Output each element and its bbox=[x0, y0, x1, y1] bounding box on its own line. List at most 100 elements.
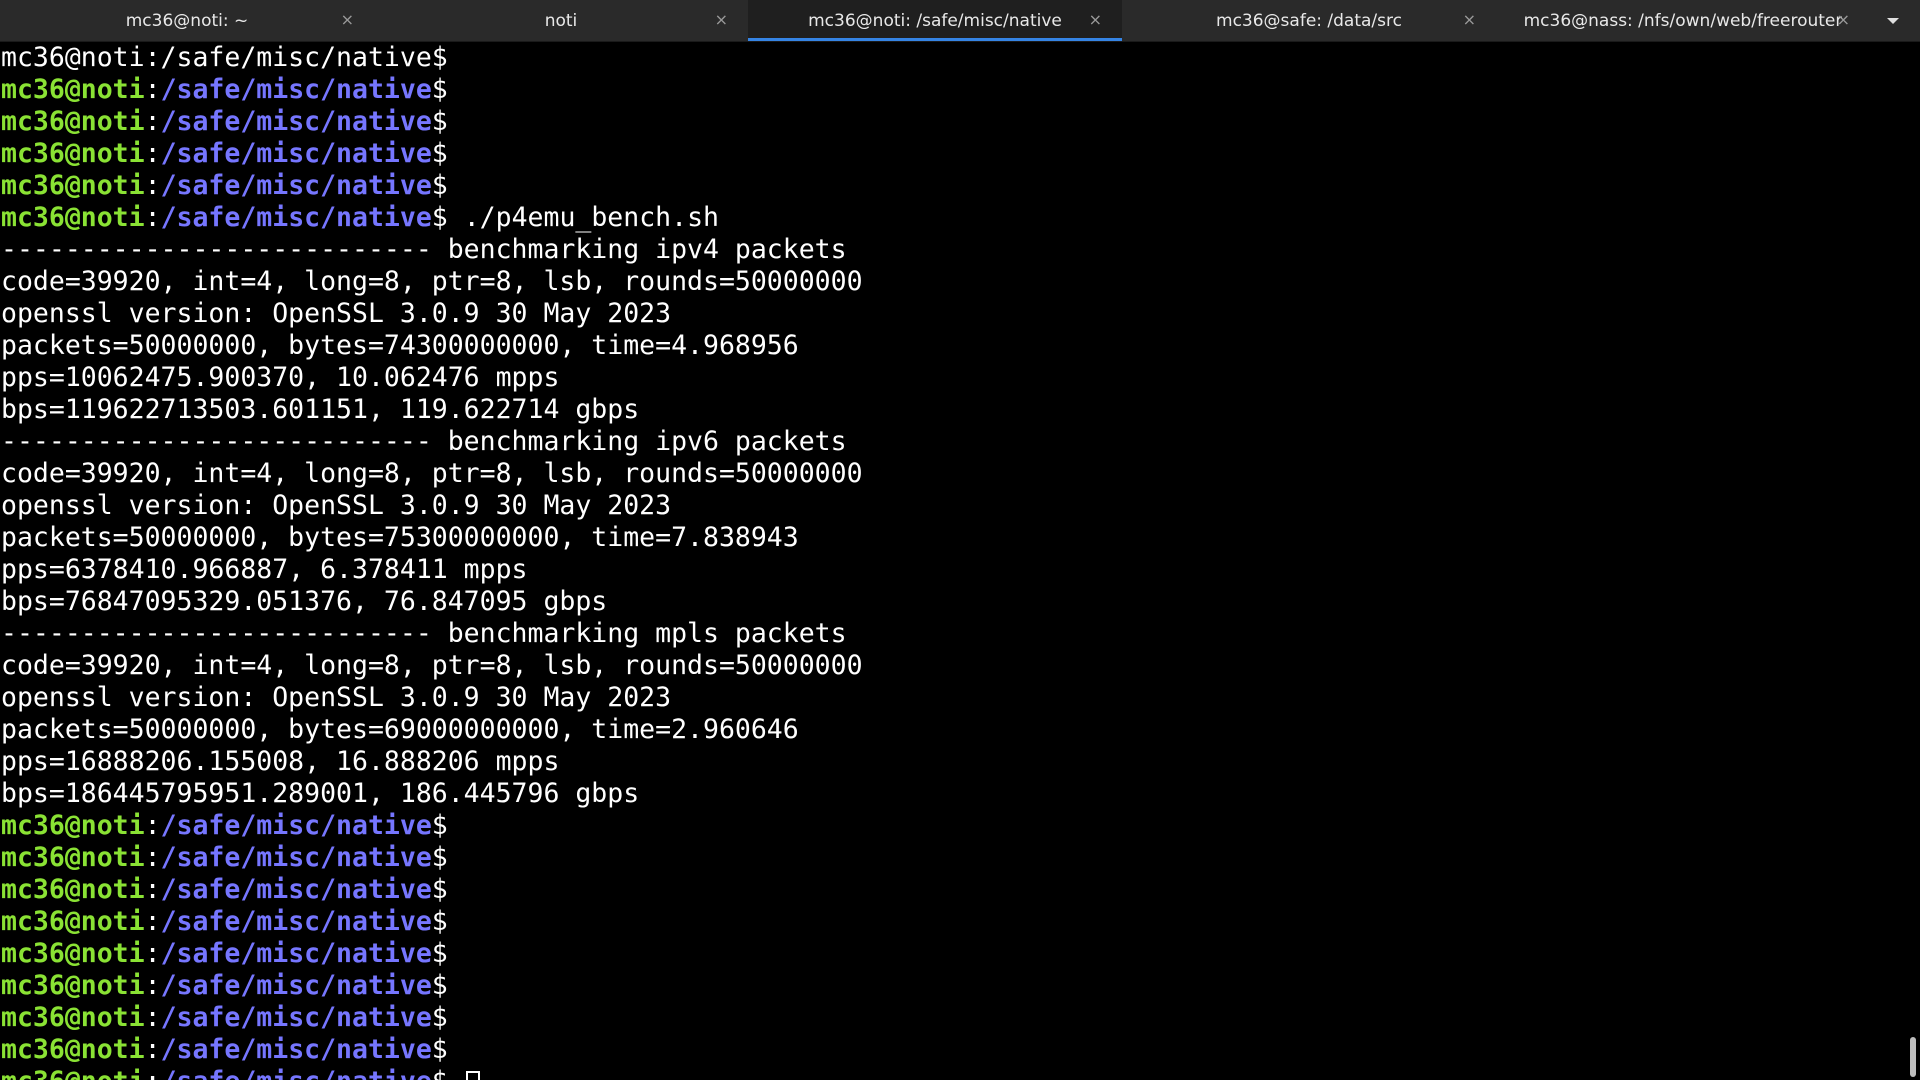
tab-label: mc36@noti: /safe/misc/native bbox=[808, 10, 1062, 31]
output-line: packets=50000000, bytes=74300000000, tim… bbox=[1, 330, 799, 361]
prompt-separator: : bbox=[144, 906, 161, 937]
prompt-user-host: mc36@noti bbox=[1, 842, 145, 873]
output-line: openssl version: OpenSSL 3.0.9 30 May 20… bbox=[1, 682, 672, 713]
output-line: openssl version: OpenSSL 3.0.9 30 May 20… bbox=[1, 298, 672, 329]
prompt-path: /safe/misc/native bbox=[160, 138, 432, 169]
prompt-line: mc36@noti:/safe/misc/native$ bbox=[0, 1034, 1906, 1066]
prompt-line: mc36@noti:/safe/misc/native$ bbox=[0, 74, 1906, 106]
prompt-separator: : bbox=[144, 1002, 161, 1033]
close-icon[interactable]: × bbox=[1837, 10, 1850, 30]
prompt-line: mc36@noti:/safe/misc/native$ bbox=[0, 1002, 1906, 1034]
tab-bar: mc36@noti: ~ × noti × mc36@noti: /safe/misc/… bbox=[0, 0, 1920, 42]
prompt-user-host: mc36@noti bbox=[1, 810, 145, 841]
output-line: pps=10062475.900370, 10.062476 mpps bbox=[1, 362, 560, 393]
output-line: code=39920, int=4, long=8, ptr=8, lsb, r… bbox=[1, 266, 863, 297]
prompt-path: /safe/misc/native bbox=[160, 106, 432, 137]
terminal-scrollbar[interactable] bbox=[1906, 42, 1920, 1080]
prompt-symbol: $ bbox=[431, 170, 448, 201]
prompt-line: mc36@noti:/safe/misc/native$ bbox=[0, 970, 1906, 1002]
output-line: bps=186445795951.289001, 186.445796 gbps bbox=[1, 778, 640, 809]
prompt-symbol: $ bbox=[431, 202, 448, 233]
prompt-user-host: mc36@noti bbox=[1, 874, 145, 905]
prompt-symbol: $ bbox=[431, 1002, 448, 1033]
prompt-line: mc36@noti:/safe/misc/native$ bbox=[0, 1066, 1906, 1080]
prompt-symbol: $ bbox=[431, 74, 448, 105]
prompt-path: /safe/misc/native bbox=[160, 906, 432, 937]
tab-2[interactable]: noti × bbox=[374, 0, 748, 41]
close-icon[interactable]: × bbox=[1463, 10, 1476, 30]
prompt-user-host: mc36@noti bbox=[1, 170, 145, 201]
prompt-separator: : bbox=[144, 74, 161, 105]
tab-4[interactable]: mc36@safe: /data/src × bbox=[1122, 0, 1496, 41]
output-line: pps=6378410.966887, 6.378411 mpps bbox=[1, 554, 528, 585]
prompt-line: mc36@noti:/safe/misc/native$ bbox=[0, 170, 1906, 202]
prompt-separator: : bbox=[144, 874, 161, 905]
tab-label: mc36@safe: /data/src bbox=[1216, 10, 1402, 31]
output-line: packets=50000000, bytes=69000000000, tim… bbox=[1, 714, 799, 745]
close-icon[interactable]: × bbox=[715, 10, 728, 30]
command-text: ./p4emu_bench.sh bbox=[447, 202, 719, 233]
close-icon[interactable]: × bbox=[341, 10, 354, 30]
prompt-symbol: $ bbox=[432, 1066, 448, 1080]
prompt-symbol: $ bbox=[431, 970, 448, 1001]
tab-5[interactable]: mc36@nass: /nfs/own/web/freerouter × bbox=[1496, 0, 1870, 41]
prompt-separator: : bbox=[144, 170, 161, 201]
prompt-user-host: mc36@noti bbox=[1, 1002, 145, 1033]
prompt-line: mc36@noti:/safe/misc/native$ bbox=[0, 938, 1906, 970]
prompt-path: /safe/misc/native bbox=[160, 1002, 432, 1033]
command-text bbox=[448, 1066, 464, 1080]
prompt-user-host: mc36@noti bbox=[1, 1066, 145, 1080]
output-line: bps=119622713503.601151, 119.622714 gbps bbox=[1, 394, 640, 425]
prompt-separator: : bbox=[144, 202, 161, 233]
prompt-separator: : bbox=[144, 938, 161, 969]
prompt-path: /safe/misc/native bbox=[160, 170, 432, 201]
prompt-line: mc36@noti:/safe/misc/native$ bbox=[0, 874, 1906, 906]
output-line: --------------------------- benchmarking… bbox=[1, 618, 847, 649]
prompt-user-host: mc36@noti bbox=[1, 970, 145, 1001]
tab-label: noti bbox=[544, 10, 578, 31]
output-line: pps=16888206.155008, 16.888206 mpps bbox=[1, 746, 560, 777]
prompt-user-host: mc36@noti bbox=[1, 906, 145, 937]
prompt-separator: : bbox=[144, 842, 161, 873]
tab-3[interactable]: mc36@noti: /safe/misc/native × bbox=[748, 0, 1122, 41]
prompt-symbol: $ bbox=[431, 938, 448, 969]
terminal-cursor bbox=[465, 1071, 480, 1080]
prompt-separator: : bbox=[144, 138, 161, 169]
close-icon[interactable]: × bbox=[1089, 10, 1102, 30]
prompt-symbol: $ bbox=[431, 810, 448, 841]
prompt-path: /safe/misc/native bbox=[160, 1034, 432, 1065]
prompt-user-host: mc36@noti bbox=[1, 938, 145, 969]
prompt-symbol: $ bbox=[431, 906, 448, 937]
prompt-separator: : bbox=[145, 1066, 161, 1080]
output-line: openssl version: OpenSSL 3.0.9 30 May 20… bbox=[1, 490, 672, 521]
prompt-line: mc36@noti:/safe/misc/native$ bbox=[0, 810, 1906, 842]
output-line: --------------------------- benchmarking… bbox=[1, 426, 847, 457]
prompt-user-host: mc36@noti bbox=[1, 106, 145, 137]
prompt-path: /safe/misc/native bbox=[161, 1066, 432, 1080]
prompt-separator: : bbox=[144, 1034, 161, 1065]
prompt-user-host: mc36@noti bbox=[1, 74, 145, 105]
prompt-separator: : bbox=[144, 810, 161, 841]
prompt-separator: : bbox=[144, 970, 161, 1001]
prompt-path: /safe/misc/native bbox=[160, 842, 432, 873]
scrollbar-thumb[interactable] bbox=[1910, 1037, 1916, 1077]
prompt-path: /safe/misc/native bbox=[160, 810, 432, 841]
prompt-symbol: $ bbox=[431, 842, 448, 873]
prompt-line: mc36@noti:/safe/misc/native$ bbox=[0, 138, 1906, 170]
output-line: mc36@noti:/safe/misc/native$ bbox=[1, 42, 448, 73]
tab-1[interactable]: mc36@noti: ~ × bbox=[0, 0, 374, 41]
tab-label: mc36@noti: ~ bbox=[125, 10, 249, 31]
prompt-path: /safe/misc/native bbox=[160, 74, 432, 105]
prompt-line: mc36@noti:/safe/misc/native$ bbox=[0, 906, 1906, 938]
prompt-symbol: $ bbox=[431, 874, 448, 905]
output-line: packets=50000000, bytes=75300000000, tim… bbox=[1, 522, 799, 553]
terminal-output[interactable]: mc36@noti:/safe/misc/native$ mc36@noti:/s… bbox=[0, 42, 1906, 1080]
prompt-user-host: mc36@noti bbox=[1, 138, 145, 169]
prompt-user-host: mc36@noti bbox=[1, 202, 145, 233]
output-line: code=39920, int=4, long=8, ptr=8, lsb, r… bbox=[1, 650, 863, 681]
tab-overflow-menu-button[interactable] bbox=[1870, 0, 1916, 41]
output-line: --------------------------- benchmarking… bbox=[1, 234, 847, 265]
prompt-line: mc36@noti:/safe/misc/native$ bbox=[0, 842, 1906, 874]
prompt-symbol: $ bbox=[431, 106, 448, 137]
prompt-symbol: $ bbox=[431, 138, 448, 169]
